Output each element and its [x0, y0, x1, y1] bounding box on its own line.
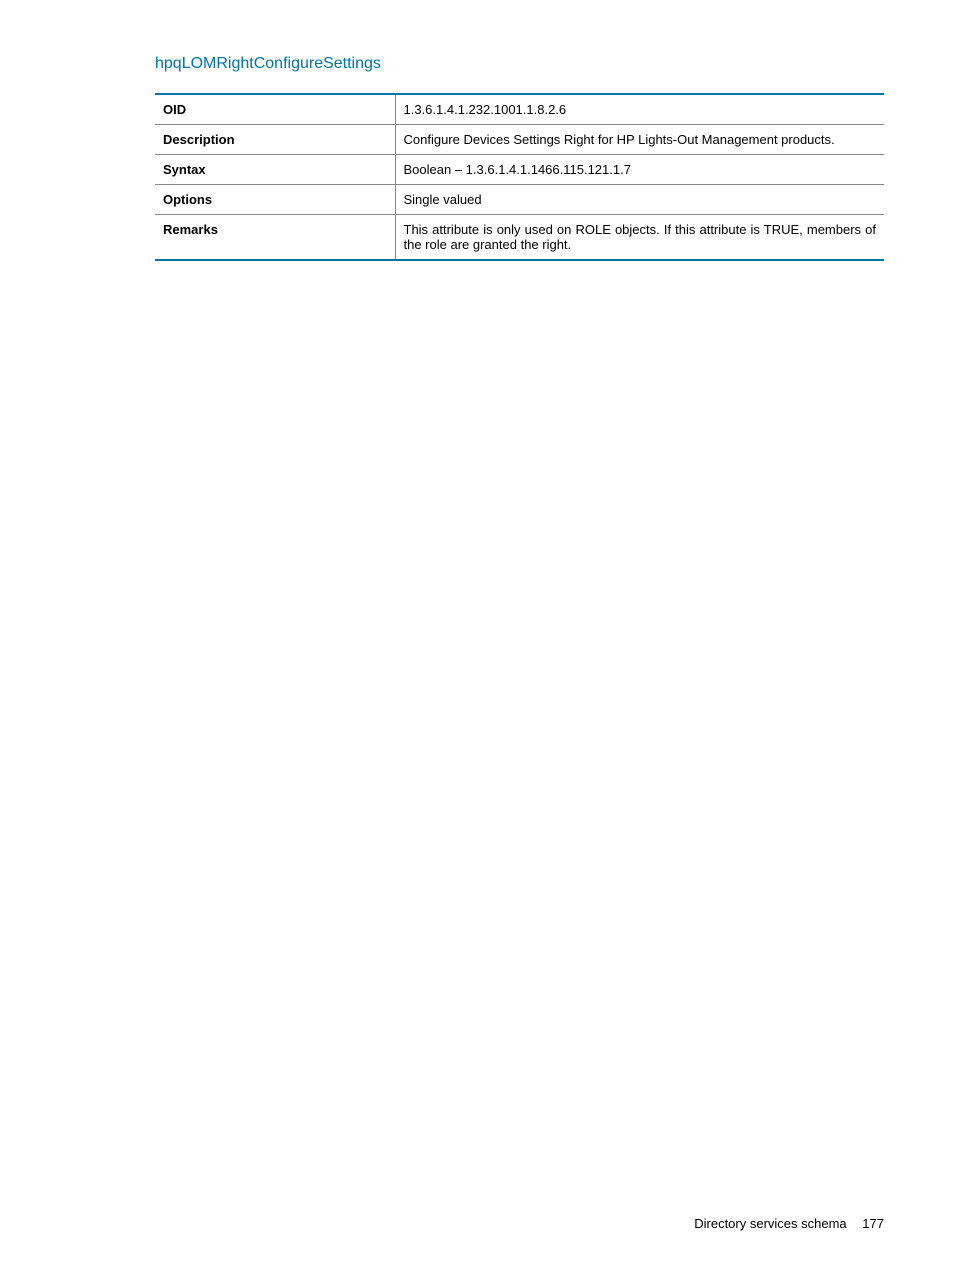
row-key-remarks: Remarks	[155, 215, 395, 261]
row-key-description: Description	[155, 125, 395, 155]
table-row: Description Configure Devices Settings R…	[155, 125, 884, 155]
table-row: Options Single valued	[155, 185, 884, 215]
schema-table: OID 1.3.6.1.4.1.232.1001.1.8.2.6 Descrip…	[155, 93, 884, 261]
row-value-syntax: Boolean – 1.3.6.1.4.1.1466.115.121.1.7	[395, 155, 884, 185]
section-title: hpqLOMRightConfigureSettings	[155, 55, 884, 73]
table-row: OID 1.3.6.1.4.1.232.1001.1.8.2.6	[155, 94, 884, 125]
row-key-oid: OID	[155, 94, 395, 125]
row-key-options: Options	[155, 185, 395, 215]
row-value-description: Configure Devices Settings Right for HP …	[395, 125, 884, 155]
footer-text: Directory services schema	[694, 1216, 846, 1231]
table-row: Syntax Boolean – 1.3.6.1.4.1.1466.115.12…	[155, 155, 884, 185]
row-key-syntax: Syntax	[155, 155, 395, 185]
row-value-options: Single valued	[395, 185, 884, 215]
footer-page-number: 177	[862, 1216, 884, 1231]
row-value-remarks: This attribute is only used on ROLE obje…	[395, 215, 884, 261]
row-value-oid: 1.3.6.1.4.1.232.1001.1.8.2.6	[395, 94, 884, 125]
page-footer: Directory services schema 177	[694, 1216, 884, 1231]
table-row: Remarks This attribute is only used on R…	[155, 215, 884, 261]
